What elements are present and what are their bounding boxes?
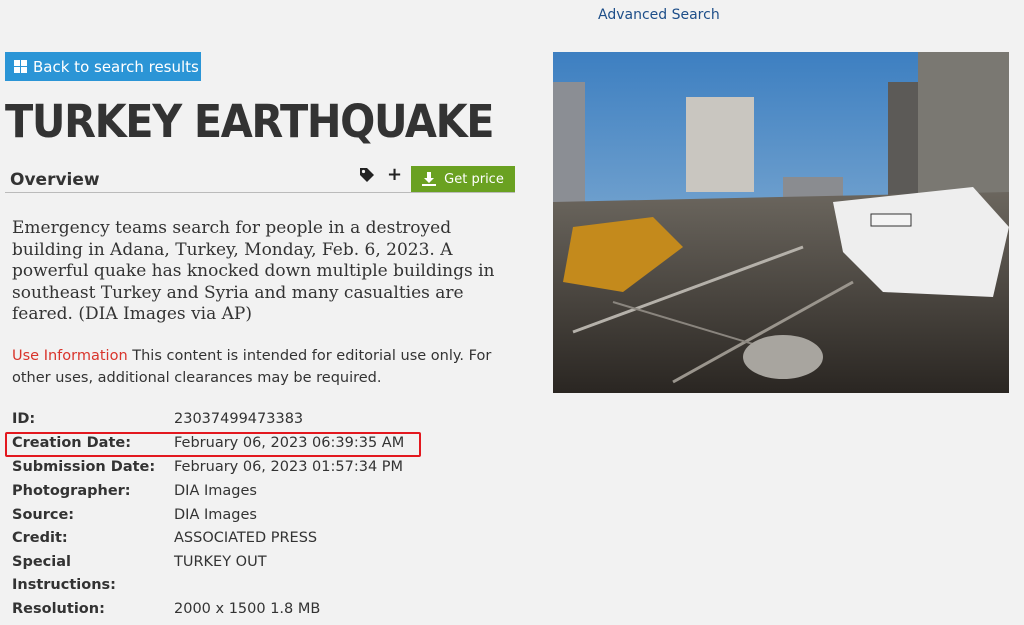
download-icon	[422, 172, 437, 186]
get-price-label: Get price	[444, 171, 504, 187]
metadata-key: Instructions:	[12, 577, 116, 593]
metadata-value: DIA Images	[174, 483, 257, 499]
get-price-button[interactable]: Get price	[411, 166, 515, 192]
creation-date-highlight	[5, 432, 421, 457]
back-to-search-results-button[interactable]: Back to search results	[5, 52, 201, 81]
add-to-lightbox-icon[interactable]: +	[387, 164, 402, 185]
metadata-key: Photographer:	[12, 483, 131, 499]
metadata-value: DIA Images	[174, 507, 257, 523]
metadata-value: 2000 x 1500 1.8 MB	[174, 601, 321, 617]
tab-overview[interactable]: Overview	[10, 170, 100, 190]
metadata-key: Credit:	[12, 530, 68, 546]
use-information-label[interactable]: Use Information	[12, 348, 128, 364]
metadata-value: TURKEY OUT	[174, 554, 267, 570]
image-description: Emergency teams search for people in a d…	[12, 218, 495, 324]
metadata-value: February 06, 2023 01:57:34 PM	[174, 459, 404, 475]
page-title: TURKEY EARTHQUAKE	[5, 95, 495, 148]
earthquake-photo[interactable]	[553, 52, 1009, 393]
tab-bar: Overview + Get price	[5, 164, 515, 193]
metadata-key: Source:	[12, 507, 75, 523]
metadata-key: Special	[12, 554, 71, 570]
use-information: Use Information This content is intended…	[12, 345, 512, 389]
metadata-value: 23037499473383	[174, 411, 304, 427]
metadata-value: ASSOCIATED PRESS	[174, 530, 318, 546]
metadata-key: ID:	[12, 411, 36, 427]
metadata-key: Resolution:	[12, 601, 105, 617]
advanced-search-link[interactable]: Advanced Search	[598, 7, 720, 23]
tag-icon[interactable]	[359, 167, 375, 183]
back-button-label: Back to search results	[33, 57, 199, 76]
grid-icon	[14, 60, 27, 73]
metadata-key: Submission Date:	[12, 459, 156, 475]
